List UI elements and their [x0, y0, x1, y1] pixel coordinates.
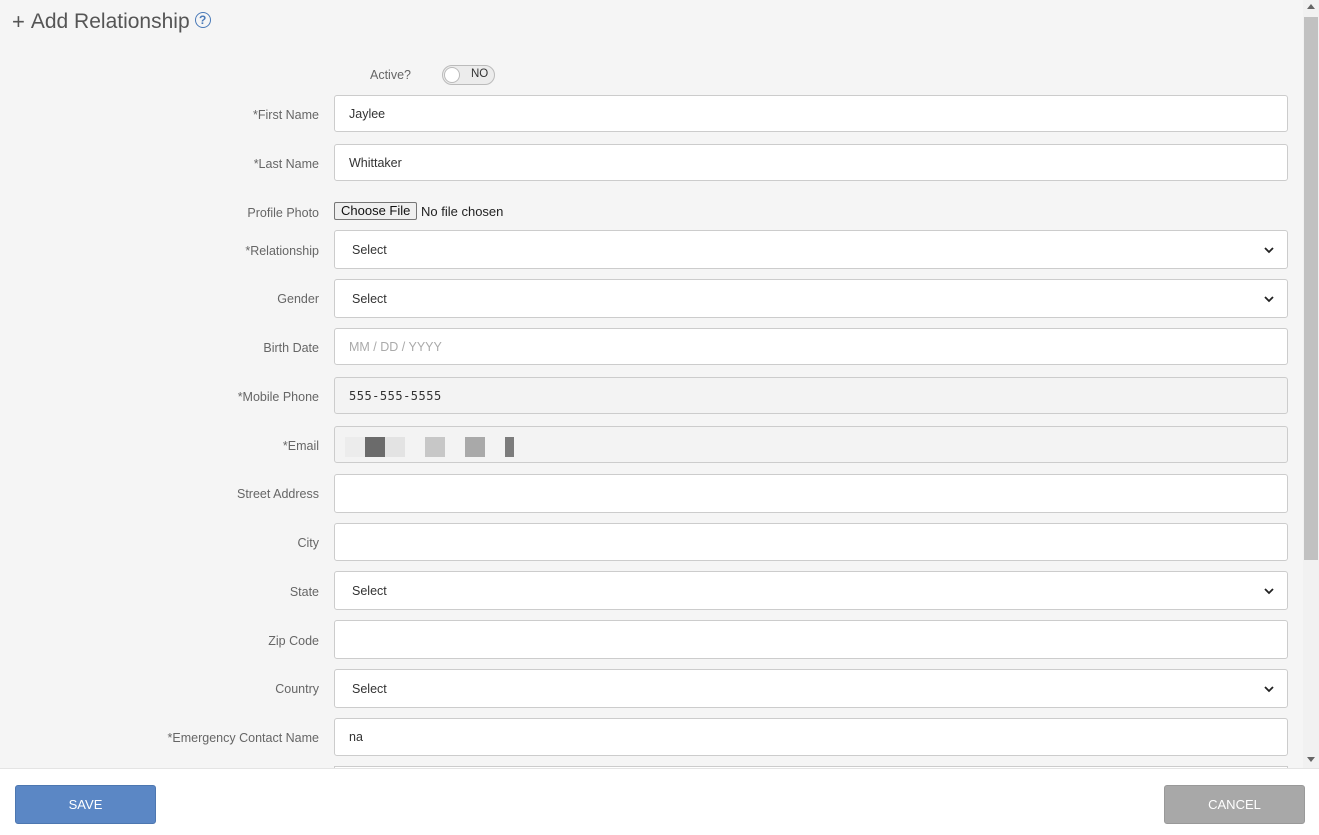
- redacted-block: [345, 437, 365, 457]
- relationship-label: *Relationship: [245, 244, 319, 258]
- redacted-block: [505, 437, 514, 457]
- chevron-down-icon: [1264, 685, 1274, 692]
- cancel-button[interactable]: CANCEL: [1164, 785, 1305, 824]
- scrollbar-thumb[interactable]: [1304, 17, 1318, 560]
- emergency-contact-name-input[interactable]: na: [334, 718, 1288, 756]
- toggle-knob: [444, 67, 460, 83]
- help-icon[interactable]: ?: [194, 12, 211, 28]
- last-name-label: *Last Name: [253, 157, 319, 171]
- country-label: Country: [275, 682, 319, 696]
- birth-date-input[interactable]: MM / DD / YYYY: [334, 328, 1288, 365]
- page-title-text: Add Relationship: [30, 10, 190, 33]
- first-name-label: *First Name: [253, 108, 319, 122]
- country-select[interactable]: Select: [334, 669, 1288, 708]
- country-value: Select: [352, 681, 387, 696]
- zip-code-input[interactable]: [334, 620, 1288, 659]
- save-button[interactable]: SAVE: [15, 785, 156, 824]
- last-name-input[interactable]: Whittaker: [334, 144, 1288, 181]
- scrollbar[interactable]: [1303, 0, 1319, 768]
- state-select[interactable]: Select: [334, 571, 1288, 610]
- toggle-text: NO: [471, 68, 489, 80]
- street-address-label: Street Address: [237, 487, 319, 501]
- first-name-input[interactable]: Jaylee: [334, 95, 1288, 132]
- redacted-block: [465, 437, 485, 457]
- street-address-input[interactable]: [334, 474, 1288, 513]
- redacted-block: [425, 437, 445, 457]
- email-label: *Email: [282, 439, 319, 453]
- scroll-down-arrow-icon[interactable]: [1307, 757, 1315, 762]
- city-label: City: [297, 536, 319, 550]
- mobile-phone-input[interactable]: 555-555-5555: [334, 377, 1288, 414]
- emergency-contact-name-label: *Emergency Contact Name: [167, 731, 319, 745]
- page-title: + Add Relationship ?: [12, 8, 211, 36]
- gender-value: Select: [352, 291, 387, 306]
- gender-label: Gender: [277, 292, 319, 306]
- state-value: Select: [352, 583, 387, 598]
- profile-photo-label: Profile Photo: [247, 206, 319, 220]
- mobile-phone-label: *Mobile Phone: [237, 390, 319, 404]
- chevron-down-icon: [1264, 295, 1274, 302]
- redacted-block: [385, 437, 405, 457]
- chevron-down-icon: [1264, 246, 1274, 253]
- redacted-block: [365, 437, 385, 457]
- relationship-value: Select: [352, 242, 387, 257]
- state-label: State: [289, 585, 319, 599]
- chevron-down-icon: [1264, 587, 1274, 594]
- relationship-select[interactable]: Select: [334, 230, 1288, 269]
- zip-code-label: Zip Code: [268, 634, 319, 648]
- active-toggle[interactable]: NO: [442, 65, 495, 85]
- city-input[interactable]: [334, 523, 1288, 561]
- active-label: Active?: [370, 68, 411, 82]
- file-status: No file chosen: [421, 204, 504, 219]
- choose-file-button[interactable]: Choose File: [334, 202, 418, 220]
- footer-bar: SAVE CANCEL: [0, 768, 1319, 835]
- scroll-up-arrow-icon[interactable]: [1307, 4, 1315, 9]
- birth-date-label: Birth Date: [263, 341, 319, 355]
- gender-select[interactable]: Select: [334, 279, 1288, 318]
- plus-icon: +: [12, 9, 25, 34]
